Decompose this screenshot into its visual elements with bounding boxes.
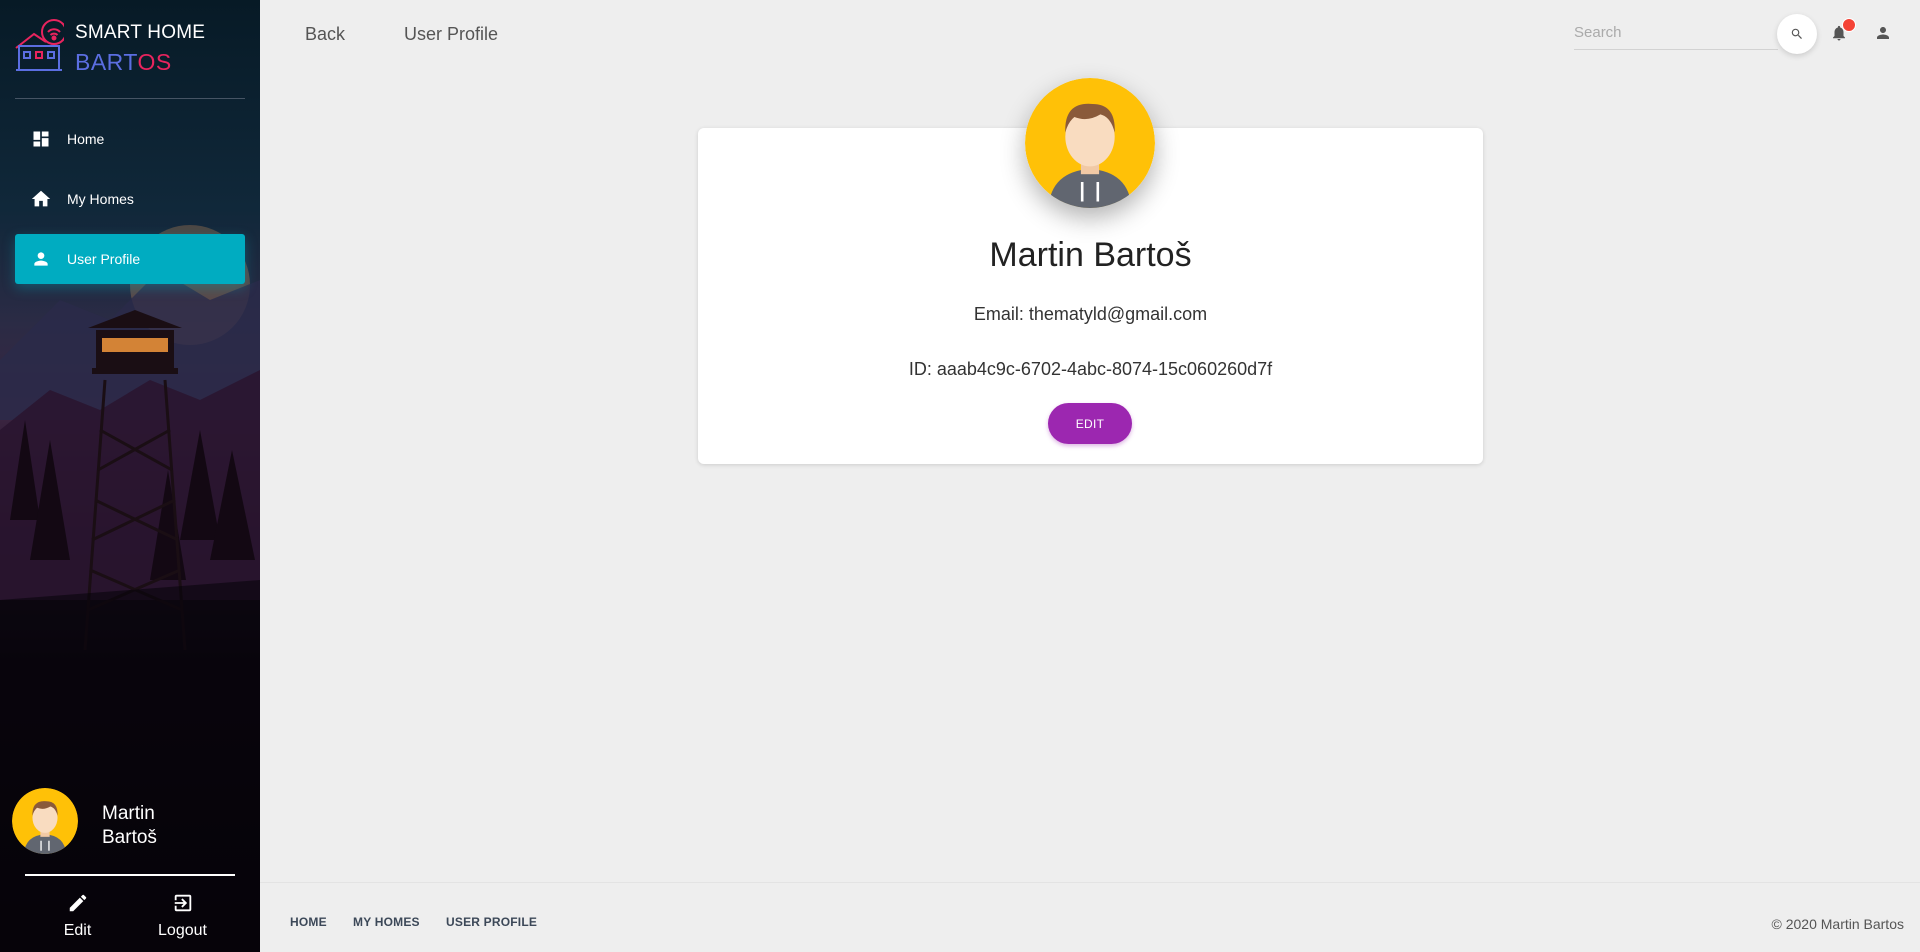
home-icon	[15, 188, 67, 210]
account-button[interactable]	[1874, 24, 1896, 46]
footer-link-user-profile[interactable]: USER PROFILE	[446, 915, 537, 929]
logout-icon	[174, 894, 191, 912]
brand[interactable]: SMART HOME BARTOS	[14, 18, 244, 80]
brand-subtitle: BARTOS	[75, 49, 172, 75]
dashboard-icon	[15, 129, 67, 149]
sidebar-user[interactable]: Martin Bartoš	[12, 788, 242, 854]
logout-label: Logout	[158, 922, 207, 939]
sidebar-nav: Home My Homes User Profile	[15, 114, 245, 294]
divider	[15, 98, 245, 99]
sidebar-item-home[interactable]: Home	[15, 114, 245, 164]
logout-button[interactable]: Logout	[138, 892, 228, 940]
pencil-icon	[69, 894, 86, 912]
profile-email: Email: thematyld@gmail.com	[973, 304, 1208, 324]
avatar	[12, 788, 78, 854]
top-bar: Back User Profile	[260, 0, 1920, 70]
person-icon	[15, 249, 67, 269]
notifications-button[interactable]	[1830, 18, 1856, 46]
footer-link-my-homes[interactable]: MY HOMES	[353, 915, 420, 929]
smart-home-logo-icon	[15, 19, 64, 71]
sidebar-item-label: My Homes	[67, 191, 134, 207]
edit-button[interactable]: Edit	[33, 892, 123, 940]
back-link[interactable]: Back	[305, 24, 345, 45]
sidebar: SMART HOME BARTOS Home My Homes User Pro…	[0, 0, 260, 952]
edit-profile-button[interactable]: EDIT	[1048, 403, 1132, 444]
brand-title: SMART HOME	[75, 22, 206, 43]
notification-badge	[1842, 18, 1856, 32]
sidebar-item-user-profile[interactable]: User Profile	[15, 234, 245, 284]
search-input[interactable]	[1574, 20, 1774, 41]
footer: HOME MY HOMES USER PROFILE © 2020 Martin…	[260, 882, 1920, 952]
search-button[interactable]	[1777, 14, 1817, 54]
divider	[25, 874, 235, 876]
copyright: © 2020 Martin Bartos	[1771, 916, 1905, 932]
sidebar-item-label: Home	[67, 131, 105, 147]
sidebar-item-my-homes[interactable]: My Homes	[15, 174, 245, 224]
sidebar-user-name: Martin Bartoš	[102, 803, 157, 848]
profile-id: ID: aaab4c9c-6702-4abc-8074-15c060260d7f	[908, 359, 1273, 379]
person-icon	[1877, 27, 1889, 39]
profile-name: Martin Bartoš	[989, 236, 1192, 274]
footer-link-home[interactable]: HOME	[290, 915, 327, 929]
search-field	[1574, 20, 1778, 50]
page-title[interactable]: User Profile	[404, 24, 498, 45]
search-icon	[1791, 28, 1802, 39]
profile-avatar	[1025, 78, 1155, 208]
sidebar-actions: Edit Logout	[25, 892, 235, 940]
sidebar-item-label: User Profile	[67, 251, 141, 267]
edit-label: Edit	[63, 922, 92, 939]
